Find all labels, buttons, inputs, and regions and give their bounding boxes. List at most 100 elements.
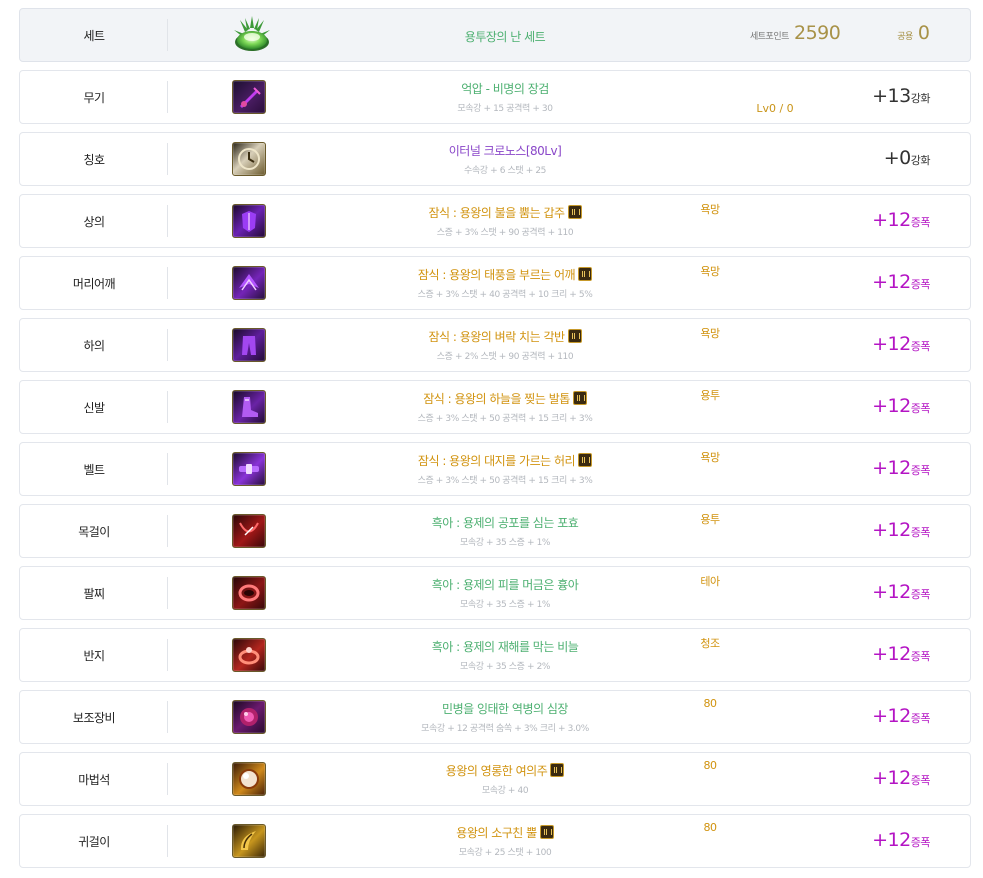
equipment-row-2[interactable]: 칭호 이터널 크로노스[80Lv] 수속강 + 6 스탯 + 25 +0강화 [19, 132, 971, 186]
enhance-type: 증폭 [910, 774, 931, 787]
heart-icon-glyph [240, 708, 258, 726]
enhance-type: 증폭 [910, 278, 931, 291]
set-row[interactable]: 세트 용투장의 난 세트 세트포인트 2590 공용 0 [19, 8, 971, 62]
enhance-value: +12 [872, 519, 911, 541]
enhance-level: +12증폭 [872, 643, 930, 665]
heart-icon[interactable] [232, 700, 266, 734]
equipment-row-3[interactable]: 상의 잠식 : 용왕의 불을 뿜는 갑주 스증 + 3% 스탯 + 90 공격력… [19, 194, 971, 248]
item-info: 잠식 : 용왕의 태풍을 부르는 어깨 스증 + 3% 스탯 + 40 공격력 … [270, 257, 740, 309]
enhance-value: +12 [872, 829, 911, 851]
item-name-text: 용왕의 소구친 뿔 [456, 826, 537, 840]
item-stats: 모속강 + 15 공격력 + 30 [457, 104, 553, 114]
bracelet-icon[interactable] [232, 576, 266, 610]
equipment-row-1[interactable]: 무기 억압 - 비명의 장검 모속강 + 15 공격력 + 30 Lv0 / 0… [19, 70, 971, 124]
equipment-row-10[interactable]: 반지 흑아 : 용제의 재해를 막는 비늘 모속강 + 35 스증 + 2% 청… [19, 628, 971, 682]
item-tag: 80 [703, 821, 718, 834]
item-name[interactable]: 흑아 : 용제의 재해를 막는 비늘 [270, 638, 740, 655]
item-info: 흑아 : 용제의 공포를 심는 포효 모속강 + 35 스증 + 1% [270, 505, 740, 557]
item-stats: 스증 + 2% 스탯 + 90 공격력 + 110 [436, 352, 574, 362]
item-name[interactable]: 잠식 : 용왕의 불을 뿜는 갑주 [270, 204, 740, 221]
shoulder-icon-glyph [239, 274, 259, 291]
item-name[interactable]: 잠식 : 용왕의 벼락 치는 각반 [270, 328, 740, 345]
item-info: 민병을 잉태한 역병의 심장 모속강 + 12 공격력 숨쏙 + 3% 크리 +… [270, 691, 740, 743]
pants-icon[interactable] [232, 328, 266, 362]
item-name[interactable]: 잠식 : 용왕의 하늘을 찢는 발톱 [270, 390, 740, 407]
item-name[interactable]: 흑아 : 용제의 공포를 심는 포효 [270, 514, 740, 531]
item-name[interactable]: 억압 - 비명의 장검 [270, 80, 740, 97]
item-name[interactable]: 잠식 : 용왕의 태풍을 부르는 어깨 [270, 266, 740, 283]
enhance-level: +0강화 [883, 147, 931, 169]
divider [167, 453, 168, 485]
item-info: 흑아 : 용제의 피를 머금은 흉아 모속강 + 35 스증 + 1% [270, 567, 740, 619]
enhance-level: +12증폭 [872, 705, 930, 727]
ring-icon[interactable] [232, 638, 266, 672]
equipment-row-4[interactable]: 머리어깨 잠식 : 용왕의 태풍을 부르는 어깨 스증 + 3% 스탯 + 40… [19, 256, 971, 310]
enhance-type: 증폭 [910, 588, 931, 601]
item-name[interactable]: 흑아 : 용제의 피를 머금은 흉아 [270, 576, 740, 593]
item-tag: 80 [703, 697, 718, 710]
enhance-type: 강화 [910, 92, 931, 105]
equipment-row-5[interactable]: 하의 잠식 : 용왕의 벼락 치는 각반 스증 + 2% 스탯 + 90 공격력… [19, 318, 971, 372]
armor-icon[interactable] [232, 204, 266, 238]
grade-badge-icon [567, 329, 582, 343]
item-name-text: 이터널 크로노스[80Lv] [448, 144, 562, 158]
enhance-value: +0 [883, 147, 912, 169]
item-name-text: 잠식 : 용왕의 대지를 가르는 허리 [417, 454, 576, 468]
divider [167, 205, 168, 237]
sword-icon-glyph [240, 87, 261, 108]
divider [167, 763, 168, 795]
item-tag: 욕망 [700, 451, 720, 464]
enhance-type: 증폭 [910, 712, 931, 725]
equipment-row-8[interactable]: 목걸이 흑아 : 용제의 공포를 심는 포효 모속강 + 35 스증 + 1% … [19, 504, 971, 558]
item-level: Lv0 / 0 [756, 102, 794, 115]
set-point-label: 세트포인트 [750, 32, 789, 42]
slot-label: 팔찌 [83, 586, 105, 601]
pearl-icon-glyph [239, 769, 259, 789]
shoulder-icon[interactable] [232, 266, 266, 300]
enhance-level: +13강화 [872, 85, 930, 107]
item-info: 잠식 : 용왕의 하늘을 찢는 발톱 스증 + 3% 스탯 + 50 공격력 +… [270, 381, 740, 433]
enhance-level: +12증폭 [872, 829, 930, 851]
equipment-row-12[interactable]: 마법석 용왕의 영롱한 여의주 모속강 + 40 80 +12증폭 [19, 752, 971, 806]
item-name[interactable]: 이터널 크로노스[80Lv] [270, 142, 740, 159]
equipment-row-9[interactable]: 팔찌 흑아 : 용제의 피를 머금은 흉아 모속강 + 35 스증 + 1% 테… [19, 566, 971, 620]
equipment-row-7[interactable]: 벨트 잠식 : 용왕의 대지를 가르는 허리 스증 + 3% 스탯 + 50 공… [19, 442, 971, 496]
enhance-level: +12증폭 [872, 457, 930, 479]
horn-icon[interactable] [232, 824, 266, 858]
belt-icon[interactable] [232, 452, 266, 486]
grade-badge-icon [572, 391, 587, 405]
divider [167, 81, 168, 113]
divider [167, 19, 168, 51]
slot-label: 마법석 [78, 772, 110, 787]
item-name[interactable]: 민병을 잉태한 역병의 심장 [270, 700, 740, 717]
item-info: 잠식 : 용왕의 벼락 치는 각반 스증 + 2% 스탯 + 90 공격력 + … [270, 319, 740, 371]
item-tag: 용투 [700, 389, 720, 402]
item-name[interactable]: 용왕의 영롱한 여의주 [270, 762, 740, 779]
enhance-type: 증폭 [910, 340, 931, 353]
item-info: 용왕의 영롱한 여의주 모속강 + 40 [270, 753, 740, 805]
sword-icon[interactable] [232, 80, 266, 114]
item-name[interactable]: 용왕의 소구친 뿔 [270, 824, 740, 841]
pearl-icon[interactable] [232, 762, 266, 796]
set-name[interactable]: 용투장의 난 세트 [270, 28, 740, 45]
enhance-value: +12 [872, 333, 911, 355]
enhance-level: +12증폭 [872, 519, 930, 541]
necklace-icon-glyph [239, 522, 259, 536]
enhance-type: 증폭 [910, 836, 931, 849]
bracelet-icon-glyph [238, 584, 260, 602]
item-name-text: 흑아 : 용제의 재해를 막는 비늘 [431, 640, 579, 654]
necklace-icon[interactable] [232, 514, 266, 548]
boots-icon[interactable] [232, 390, 266, 424]
clock-icon[interactable] [232, 142, 266, 176]
equipment-row-13[interactable]: 귀걸이 용왕의 소구친 뿔 모속강 + 25 스탯 + 100 80 +12증폭 [19, 814, 971, 868]
enhance-value: +13 [872, 85, 911, 107]
item-info: 용왕의 소구친 뿔 모속강 + 25 스탯 + 100 [270, 815, 740, 867]
boots-icon-glyph [242, 397, 258, 417]
enhance-type: 증폭 [910, 650, 931, 663]
item-name[interactable]: 잠식 : 용왕의 대지를 가르는 허리 [270, 452, 740, 469]
item-info: 잠식 : 용왕의 불을 뿜는 갑주 스증 + 3% 스탯 + 90 공격력 + … [270, 195, 740, 247]
equipment-row-11[interactable]: 보조장비 민병을 잉태한 역병의 심장 모속강 + 12 공격력 숨쏙 + 3%… [19, 690, 971, 744]
item-stats: 스증 + 3% 스탯 + 50 공격력 + 15 크리 + 3% [417, 414, 593, 424]
slot-label: 벨트 [83, 462, 105, 477]
equipment-row-6[interactable]: 신발 잠식 : 용왕의 하늘을 찢는 발톱 스증 + 3% 스탯 + 50 공격… [19, 380, 971, 434]
